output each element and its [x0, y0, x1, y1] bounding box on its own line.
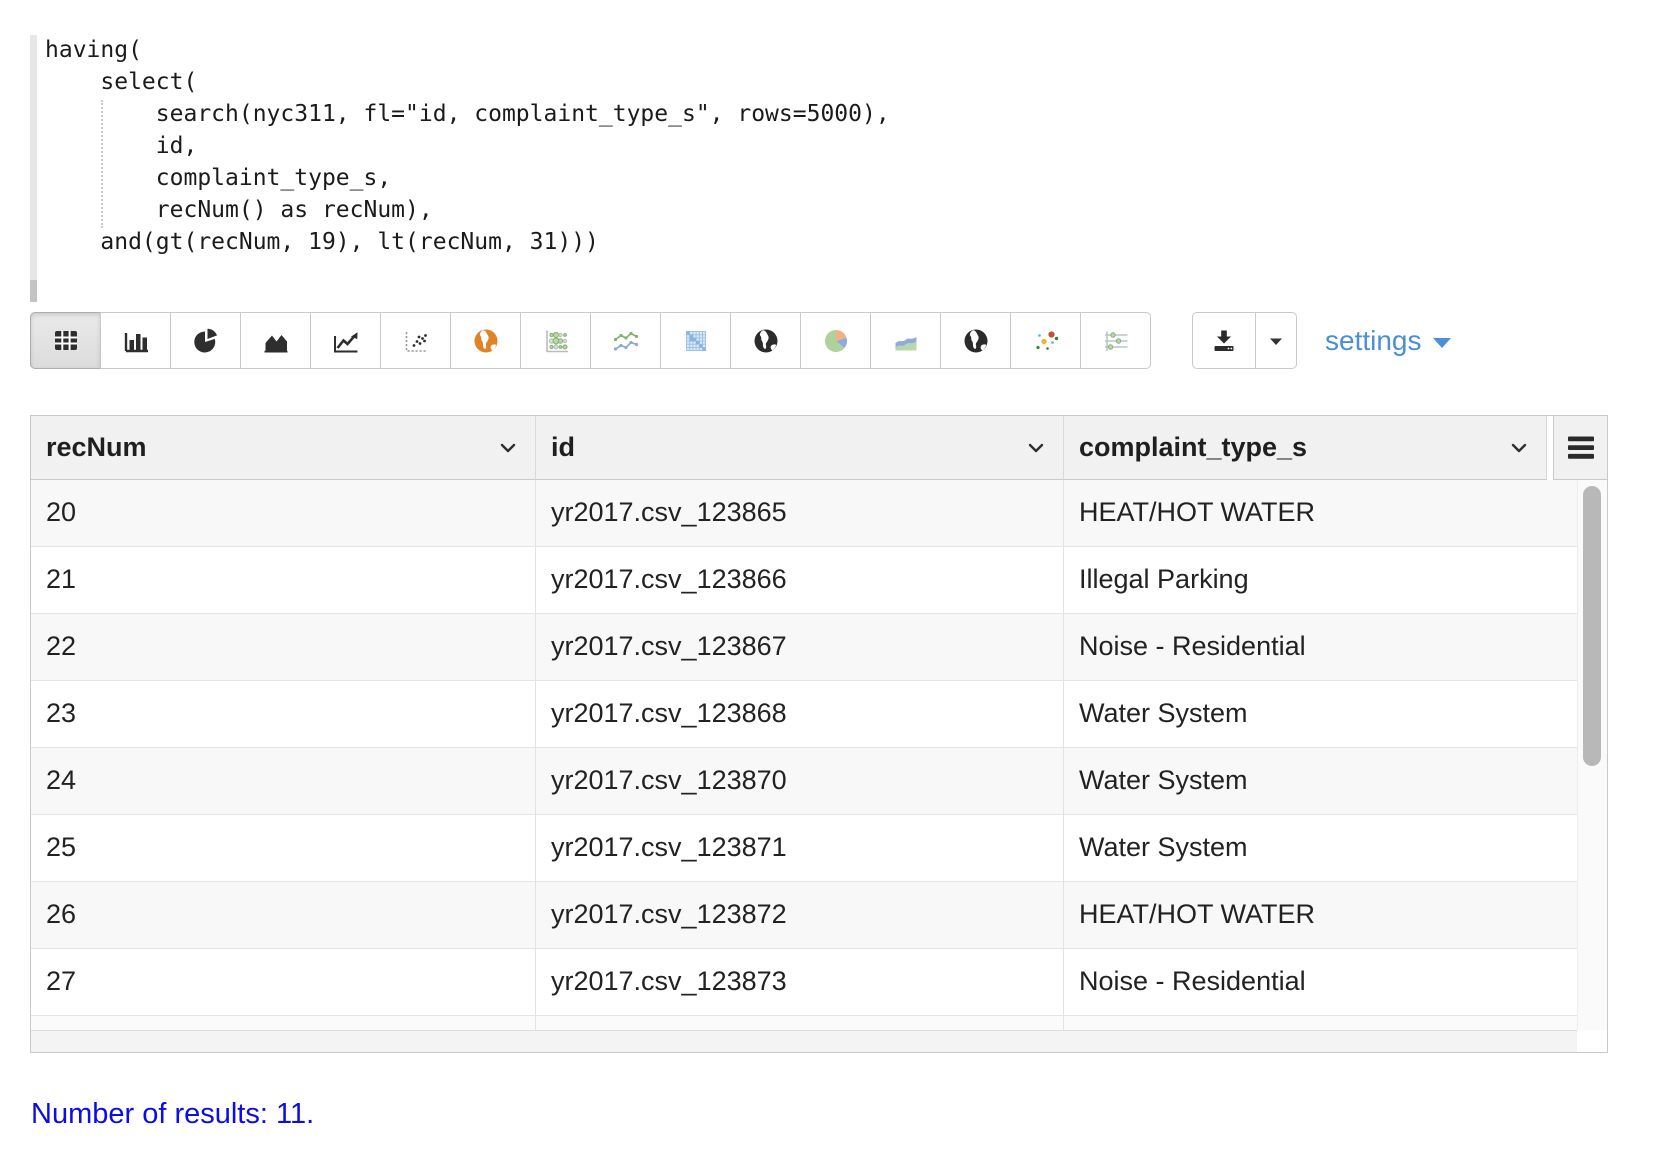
cell-complaint-type: HEAT/HOT WATER [1064, 480, 1577, 546]
cell-complaint-type: HEAT/HOT WATER [1064, 882, 1577, 948]
area-colored-icon [891, 326, 921, 356]
chevron-down-icon[interactable] [1508, 437, 1530, 459]
globe-icon [751, 326, 781, 356]
multi-line-chart-icon [611, 326, 641, 356]
cell-complaint-type: Water System [1064, 815, 1577, 881]
table-row: 24 yr2017.csv_123870 Water System [31, 748, 1577, 815]
cell-id: yr2017.csv_123870 [536, 748, 1064, 814]
cell-id: yr2017.csv_123867 [536, 614, 1064, 680]
cell-id: yr2017.csv_123873 [536, 949, 1064, 1015]
pie-chart-icon [191, 326, 221, 356]
table-row: 23 yr2017.csv_123868 Water System [31, 681, 1577, 748]
download-button[interactable] [1192, 312, 1256, 369]
cell-recnum: 24 [31, 748, 536, 814]
chevron-down-icon[interactable] [497, 437, 519, 459]
chart-type-globe2-button[interactable] [940, 312, 1011, 369]
table-body: 20 yr2017.csv_123865 HEAT/HOT WATER 21 y… [31, 480, 1577, 1016]
line-chart-icon [331, 326, 361, 356]
chart-type-bubble-matrix-button[interactable] [520, 312, 591, 369]
settings-link[interactable]: settings [1325, 312, 1451, 369]
table-icon [51, 326, 81, 356]
table-header: recNum id complaint_type_s [31, 416, 1547, 480]
chart-type-area-button[interactable] [240, 312, 311, 369]
scatter-colored-icon [1031, 326, 1061, 356]
column-label: complaint_type_s [1079, 432, 1307, 462]
area-chart-icon [261, 326, 291, 356]
chart-type-worldmap-button[interactable] [450, 312, 521, 369]
result-table: recNum id complaint_type_s [30, 415, 1608, 1053]
settings-caret-icon [1433, 338, 1451, 348]
table-row: 21 yr2017.csv_123866 Illegal Parking [31, 547, 1577, 614]
chart-type-pie-colored-button[interactable] [800, 312, 871, 369]
horizontal-scrollbar-track[interactable] [31, 1030, 1577, 1052]
cell-recnum: 23 [31, 681, 536, 747]
cell-complaint-type: Noise - Residential [1064, 614, 1577, 680]
chart-type-scatter-colored-button[interactable] [1010, 312, 1081, 369]
parallel-coordinates-icon [1101, 326, 1131, 356]
chart-type-scatter-button[interactable] [380, 312, 451, 369]
cell-id: yr2017.csv_123865 [536, 480, 1064, 546]
table-menu-button[interactable] [1553, 416, 1607, 480]
partial-next-row [31, 1016, 1577, 1030]
table-row: 26 yr2017.csv_123872 HEAT/HOT WATER [31, 882, 1577, 949]
cell-recnum: 22 [31, 614, 536, 680]
column-header-id[interactable]: id [536, 416, 1064, 480]
table-row: 25 yr2017.csv_123871 Water System [31, 815, 1577, 882]
hamburger-menu-icon [1566, 435, 1596, 461]
cell-complaint-type: Water System [1064, 748, 1577, 814]
column-label: recNum [46, 432, 147, 462]
results-count-text: Number of results: 11. [31, 1098, 314, 1131]
cell-id: yr2017.csv_123872 [536, 882, 1064, 948]
scatter-plot-icon [401, 326, 431, 356]
settings-label: settings [1325, 325, 1422, 357]
column-label: id [551, 432, 575, 462]
column-header-complaint-type[interactable]: complaint_type_s [1064, 416, 1547, 480]
cell-id: yr2017.csv_123871 [536, 815, 1064, 881]
cell-complaint-type: Water System [1064, 681, 1577, 747]
table-row: 20 yr2017.csv_123865 HEAT/HOT WATER [31, 480, 1577, 547]
column-header-recnum[interactable]: recNum [31, 416, 536, 480]
vertical-scrollbar-thumb[interactable] [1583, 486, 1601, 766]
bar-chart-icon [121, 326, 151, 356]
download-icon [1209, 326, 1239, 356]
pie-colored-icon [821, 326, 851, 356]
column-divider [1063, 1016, 1064, 1030]
cell-complaint-type: Illegal Parking [1064, 547, 1577, 613]
cell-id: yr2017.csv_123868 [536, 681, 1064, 747]
cell-recnum: 27 [31, 949, 536, 1015]
cell-recnum: 26 [31, 882, 536, 948]
chart-type-parallel-coords-button[interactable] [1080, 312, 1151, 369]
chart-type-toolbar [30, 312, 1151, 369]
table-row: 27 yr2017.csv_123873 Noise - Residential [31, 949, 1577, 1016]
cell-recnum: 20 [31, 480, 536, 546]
chart-type-table-button[interactable] [30, 312, 101, 369]
table-row: 22 yr2017.csv_123867 Noise - Residential [31, 614, 1577, 681]
chevron-down-icon[interactable] [1025, 437, 1047, 459]
chart-type-multiline-button[interactable] [590, 312, 661, 369]
chart-type-heatmap-button[interactable] [660, 312, 731, 369]
column-divider [535, 1016, 536, 1030]
bubble-matrix-icon [541, 326, 571, 356]
cell-recnum: 21 [31, 547, 536, 613]
cell-complaint-type: Noise - Residential [1064, 949, 1577, 1015]
world-map-orange-icon [471, 326, 501, 356]
caret-down-icon [1265, 330, 1287, 352]
editor-gutter-scrollthumb[interactable] [30, 280, 37, 302]
chart-type-globe-button[interactable] [730, 312, 801, 369]
chart-type-area-colored-button[interactable] [870, 312, 941, 369]
chart-type-bar-button[interactable] [100, 312, 171, 369]
editor-gutter [30, 35, 37, 280]
download-menu-button[interactable] [1255, 312, 1297, 369]
heatmap-icon [681, 326, 711, 356]
query-result-panel: having( select( search(nyc311, fl="id, c… [0, 0, 1672, 1164]
cell-id: yr2017.csv_123866 [536, 547, 1064, 613]
chart-type-pie-button[interactable] [170, 312, 241, 369]
vertical-scrollbar-track[interactable] [1577, 480, 1607, 1030]
download-split-button [1192, 312, 1297, 369]
query-code-editor[interactable]: having( select( search(nyc311, fl="id, c… [45, 34, 890, 258]
cell-recnum: 25 [31, 815, 536, 881]
globe-icon [961, 326, 991, 356]
chart-type-line-button[interactable] [310, 312, 381, 369]
